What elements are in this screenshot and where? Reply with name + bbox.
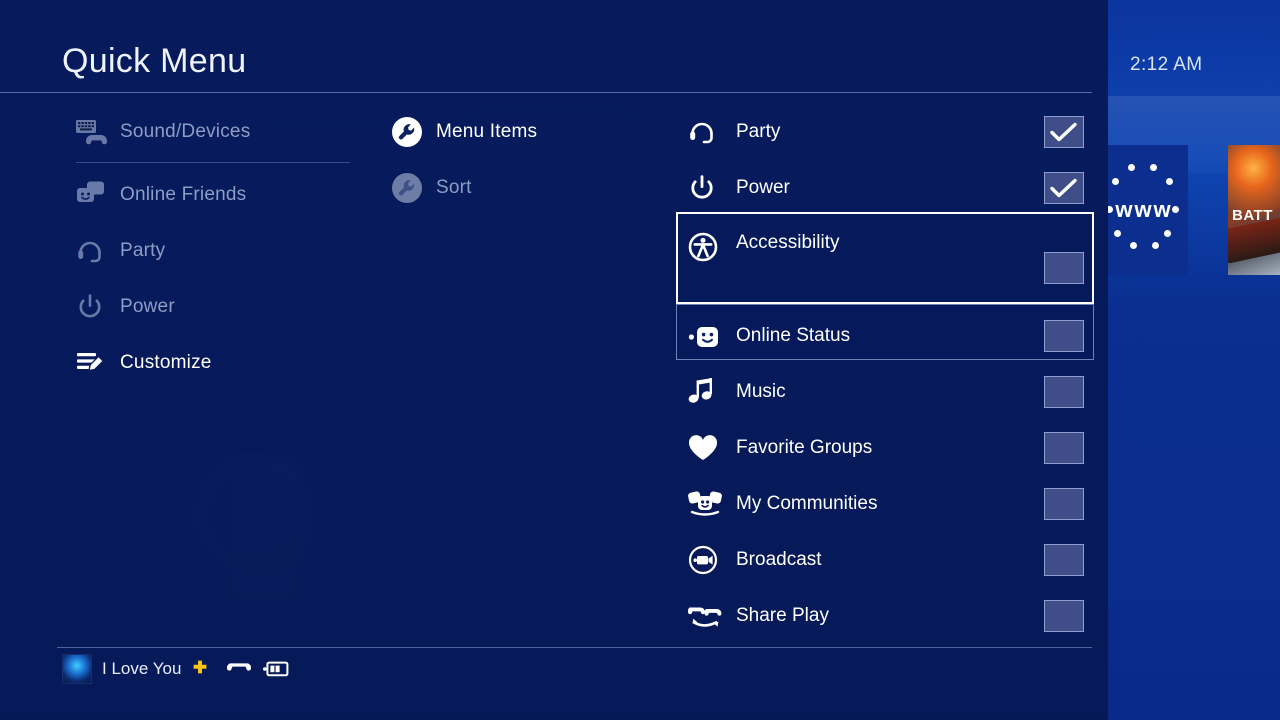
- sidebar-item-label: Online Friends: [120, 184, 247, 205]
- browser-tile-label: www: [1115, 197, 1173, 222]
- left-column-divider: [76, 162, 350, 163]
- page-title: Quick Menu: [62, 42, 247, 80]
- menu-item-sort[interactable]: Sort: [392, 160, 672, 216]
- menu-item-menu-items[interactable]: Menu Items: [392, 104, 672, 160]
- keyboard-controller-icon: [76, 116, 120, 148]
- heart-icon: [688, 434, 736, 462]
- checkbox-power[interactable]: [1044, 172, 1084, 204]
- sidebar-item-label: Party: [120, 240, 166, 261]
- menu-row-favorite-groups[interactable]: Favorite Groups: [676, 420, 1094, 476]
- sidebar-item-label: Power: [120, 296, 175, 317]
- power-icon: [688, 174, 736, 202]
- quick-menu-overlay: Quick Menu Sound/Devices Online Friends …: [0, 0, 1108, 720]
- menu-item-label: Menu Items: [436, 121, 538, 142]
- sidebar-item-label: Customize: [120, 352, 212, 373]
- communities-icon: [688, 490, 736, 518]
- friends-icon: [76, 179, 120, 211]
- music-note-icon: [688, 377, 736, 407]
- menu-item-label: Sort: [436, 177, 472, 198]
- user-status-bar: I Love You: [62, 654, 289, 684]
- wrench-badge: [392, 117, 422, 147]
- footer-divider: [57, 647, 1092, 648]
- checkbox-accessibility[interactable]: [1044, 252, 1084, 284]
- sidebar-item-power[interactable]: Power: [76, 279, 376, 335]
- broadcast-camera-icon: [688, 545, 736, 575]
- menu-items-list: Party Power Accessibility Online Status …: [676, 104, 1094, 644]
- sidebar-item-customize[interactable]: Customize: [76, 335, 376, 391]
- menu-row-share-play[interactable]: Share Play: [676, 588, 1094, 644]
- wrench-icon: [392, 116, 436, 148]
- menu-row-label: Broadcast: [736, 549, 822, 570]
- menu-row-online-status[interactable]: Online Status: [676, 308, 1094, 364]
- avatar[interactable]: [62, 654, 92, 684]
- browser-tile[interactable]: www: [1108, 145, 1188, 275]
- menu-row-label: Power: [736, 177, 790, 198]
- menu-row-label: Accessibility: [736, 232, 840, 253]
- checkbox-online-status[interactable]: [1044, 320, 1084, 352]
- menu-row-label: Favorite Groups: [736, 437, 873, 458]
- checkbox-music[interactable]: [1044, 376, 1084, 408]
- sidebar-item-label: Sound/Devices: [120, 121, 251, 142]
- headset-icon: [688, 118, 736, 146]
- checkbox-my-communities[interactable]: [1044, 488, 1084, 520]
- menu-row-label: My Communities: [736, 493, 878, 514]
- menu-row-party[interactable]: Party: [676, 104, 1094, 160]
- game-tile-title: BATT: [1232, 207, 1273, 224]
- quick-menu-left-column: Sound/Devices Online Friends Party Power…: [76, 104, 376, 391]
- username-label: I Love You: [102, 659, 182, 678]
- desktop-right-strip: 2:12 AM www BATT: [1108, 0, 1280, 720]
- controller-icon: [227, 661, 252, 677]
- share-play-icon: [688, 602, 736, 630]
- ps-plus-icon: [191, 659, 209, 680]
- wrench-badge: [392, 173, 422, 203]
- menu-row-broadcast[interactable]: Broadcast: [676, 532, 1094, 588]
- www-icon: www: [1108, 162, 1188, 258]
- sidebar-item-sound-devices[interactable]: Sound/Devices: [76, 104, 376, 160]
- accessibility-icon: [688, 232, 736, 262]
- menu-row-my-communities[interactable]: My Communities: [676, 476, 1094, 532]
- online-status-smiley-icon: [688, 323, 736, 349]
- sidebar-item-online-friends[interactable]: Online Friends: [76, 167, 376, 223]
- checkbox-favorite-groups[interactable]: [1044, 432, 1084, 464]
- wrench-icon: [392, 172, 436, 204]
- checkbox-broadcast[interactable]: [1044, 544, 1084, 576]
- sidebar-item-party[interactable]: Party: [76, 223, 376, 279]
- menu-row-power[interactable]: Power: [676, 160, 1094, 216]
- game-tile-battlefield[interactable]: BATT: [1228, 145, 1280, 275]
- header-divider: [0, 92, 1092, 93]
- quick-menu-right-column: Party Power Accessibility Online Status …: [676, 104, 1094, 644]
- checkbox-share-play[interactable]: [1044, 600, 1084, 632]
- battery-icon: [263, 661, 289, 677]
- clock: 2:12 AM: [1130, 54, 1203, 75]
- menu-row-label: Online Status: [736, 325, 851, 346]
- power-icon: [76, 291, 120, 323]
- menu-row-label: Music: [736, 381, 786, 402]
- checkbox-party[interactable]: [1044, 116, 1084, 148]
- menu-row-label: Share Play: [736, 605, 829, 626]
- menu-row-accessibility[interactable]: Accessibility: [676, 216, 1094, 308]
- menu-row-music[interactable]: Music: [676, 364, 1094, 420]
- headset-icon: [76, 235, 120, 267]
- menu-row-label: Party: [736, 121, 781, 142]
- quick-menu-middle-column: Menu Items Sort: [392, 104, 672, 216]
- customize-pencil-icon: [76, 347, 120, 379]
